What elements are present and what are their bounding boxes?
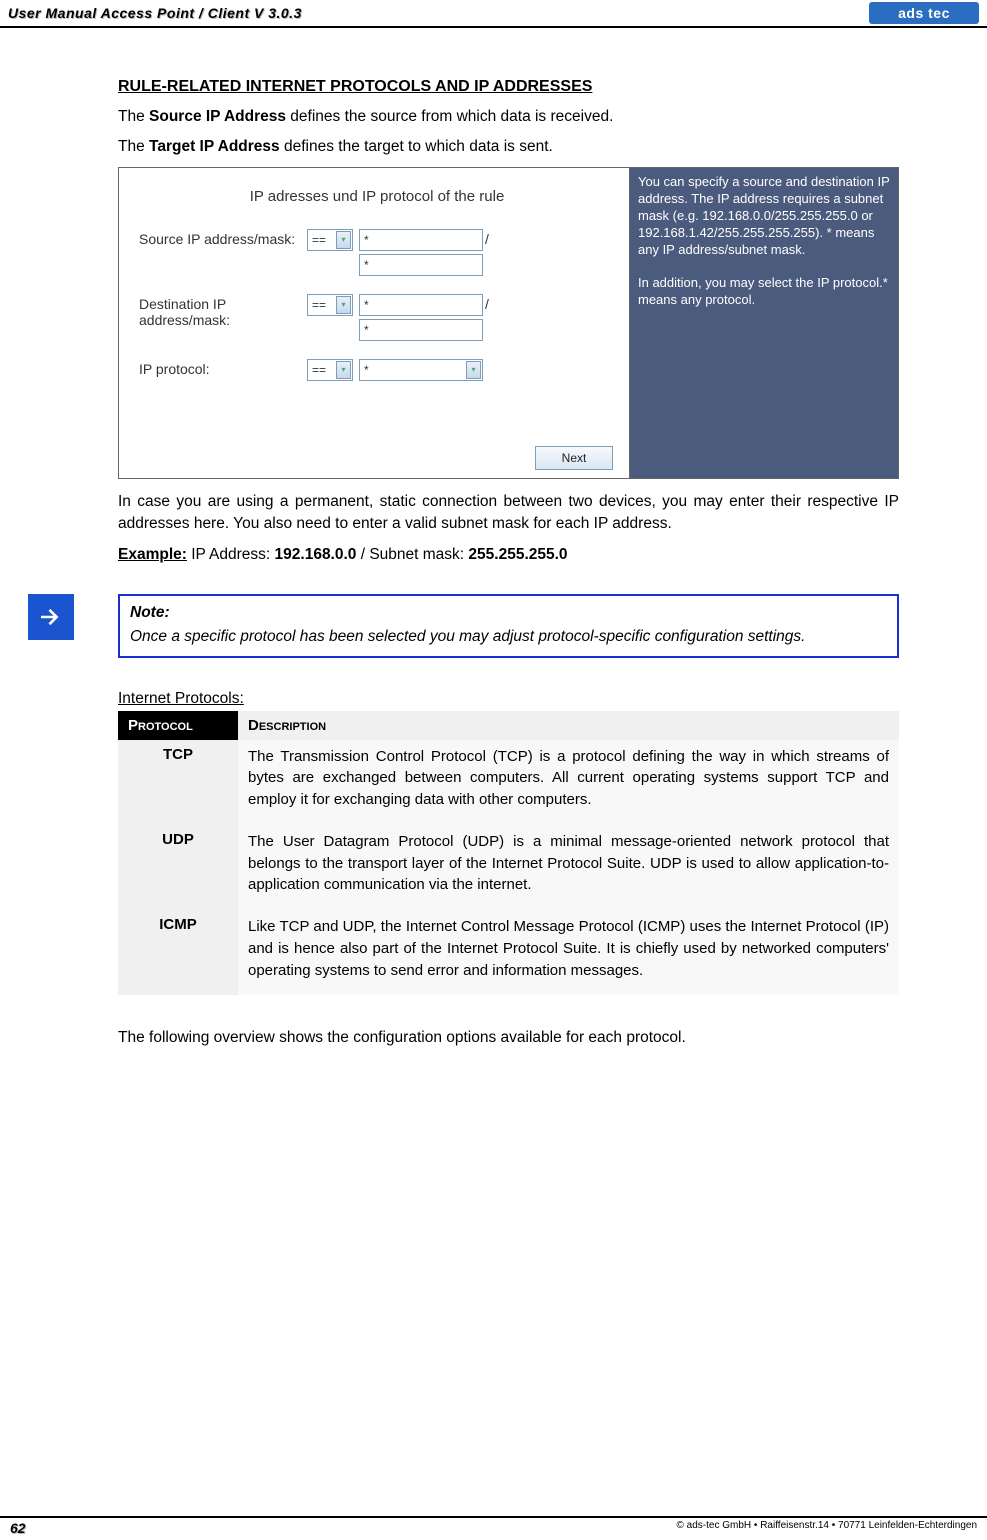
example-line: Example: IP Address: 192.168.0.0 / Subne… <box>118 544 899 566</box>
table-header-row: Protocol Description <box>118 711 899 740</box>
example-mask: 255.255.255.0 <box>468 546 567 563</box>
p2-post: defines the target to which data is sent… <box>280 138 553 155</box>
protocol-op-select[interactable]: ==▾ <box>307 359 353 381</box>
chevron-down-icon: ▾ <box>336 231 351 249</box>
copyright-text: © ads-tec GmbH • Raiffeisenstr.14 • 7077… <box>677 1520 977 1536</box>
next-button[interactable]: Next <box>535 446 613 470</box>
destination-mask-input[interactable]: * <box>359 319 483 341</box>
example-pre: IP Address: <box>187 546 275 563</box>
help-text-2: In addition, you may select the IP proto… <box>638 275 890 309</box>
closing-para: The following overview shows the configu… <box>118 1027 899 1049</box>
intro-para-1: The Source IP Address defines the source… <box>118 106 899 128</box>
source-op-select[interactable]: ==▾ <box>307 229 353 251</box>
screenshot-help-panel: You can specify a source and destination… <box>629 168 898 478</box>
protocol-cell: TCP <box>118 740 238 825</box>
protocol-cell: ICMP <box>118 910 238 995</box>
brand-logo-text: ads tec <box>898 5 950 21</box>
chevron-down-icon: ▾ <box>336 296 351 314</box>
p1-bold: Source IP Address <box>149 108 286 125</box>
help-text-1: You can specify a source and destination… <box>638 174 890 258</box>
brand-logo: ads tec <box>869 2 979 24</box>
slash-separator: / <box>483 231 489 247</box>
source-ip-row: Source IP address/mask: ==▾ */ * <box>139 229 615 276</box>
chevron-down-icon: ▾ <box>336 361 351 379</box>
note-block: Note: Once a specific protocol has been … <box>28 594 899 657</box>
protocol-select[interactable]: *▾ <box>359 359 483 381</box>
section-heading: RULE-RELATED INTERNET PROTOCOLS AND IP A… <box>118 78 899 96</box>
p2-pre: The <box>118 138 149 155</box>
description-cell: Like TCP and UDP, the Internet Control M… <box>238 910 899 995</box>
destination-op-select[interactable]: ==▾ <box>307 294 353 316</box>
protocols-table: Protocol Description TCP The Transmissio… <box>118 711 899 996</box>
example-mid: / Subnet mask: <box>356 546 468 563</box>
table-row: TCP The Transmission Control Protocol (T… <box>118 740 899 825</box>
destination-ip-input[interactable]: * <box>359 294 483 316</box>
arrow-right-icon <box>28 594 74 640</box>
p1-post: defines the source from which data is re… <box>286 108 613 125</box>
screenshot-main-panel: IP adresses und IP protocol of the rule … <box>119 168 629 478</box>
embedded-screenshot: IP adresses und IP protocol of the rule … <box>118 167 899 479</box>
example-label: Example: <box>118 546 187 563</box>
chevron-down-icon: ▾ <box>466 361 481 379</box>
description-cell: The Transmission Control Protocol (TCP) … <box>238 740 899 825</box>
destination-ip-row: Destination IP address/mask: ==▾ */ * <box>139 294 615 341</box>
destination-ip-label: Destination IP address/mask: <box>139 294 307 328</box>
content-area: RULE-RELATED INTERNET PROTOCOLS AND IP A… <box>0 28 987 1050</box>
screenshot-title: IP adresses und IP protocol of the rule <box>139 188 615 205</box>
page-header: User Manual Access Point / Client V 3.0.… <box>0 0 987 28</box>
intro-para-2: The Target IP Address defines the target… <box>118 136 899 158</box>
page-footer: 62 © ads-tec GmbH • Raiffeisenstr.14 • 7… <box>0 1516 987 1536</box>
example-ip: 192.168.0.0 <box>275 546 357 563</box>
table-row: UDP The User Datagram Protocol (UDP) is … <box>118 825 899 910</box>
p2-bold: Target IP Address <box>149 138 280 155</box>
page-number: 62 <box>10 1520 26 1536</box>
note-body: Once a specific protocol has been select… <box>130 628 805 645</box>
note-box: Note: Once a specific protocol has been … <box>118 594 899 657</box>
source-mask-input[interactable]: * <box>359 254 483 276</box>
table-row: ICMP Like TCP and UDP, the Internet Cont… <box>118 910 899 995</box>
slash-separator: / <box>483 296 489 312</box>
section-heading-text: RULE-RELATED INTERNET PROTOCOLS AND IP A… <box>118 78 592 95</box>
source-ip-input[interactable]: * <box>359 229 483 251</box>
protocol-cell: UDP <box>118 825 238 910</box>
ip-protocol-row: IP protocol: ==▾ *▾ <box>139 359 615 381</box>
table-caption: Internet Protocols: <box>118 690 899 708</box>
p1-pre: The <box>118 108 149 125</box>
header-title: User Manual Access Point / Client V 3.0.… <box>8 5 302 21</box>
description-cell: The User Datagram Protocol (UDP) is a mi… <box>238 825 899 910</box>
col-protocol-header: Protocol <box>118 711 238 740</box>
ip-protocol-label: IP protocol: <box>139 359 307 377</box>
col-description-header: Description <box>238 711 899 740</box>
post-screenshot-para: In case you are using a permanent, stati… <box>118 491 899 536</box>
source-ip-label: Source IP address/mask: <box>139 229 307 247</box>
note-title: Note: <box>130 602 887 624</box>
